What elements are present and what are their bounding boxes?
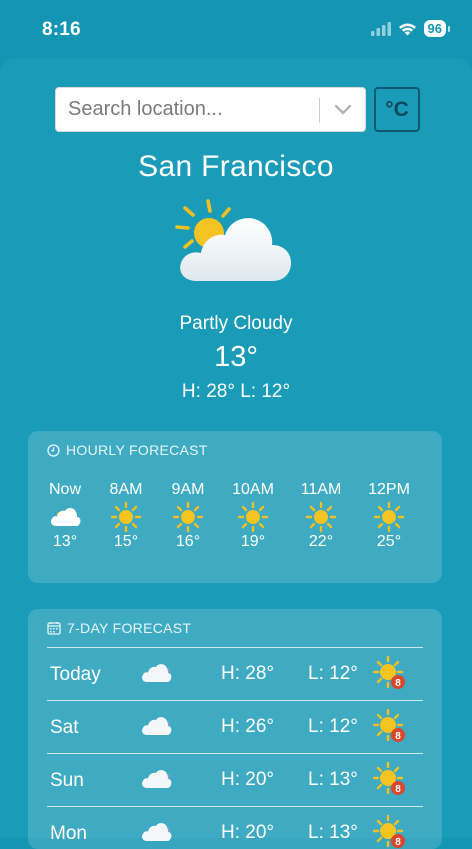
sun-icon [172,501,204,533]
sun-icon [305,501,337,533]
uv-index: 8 [395,678,401,689]
cloud-icon [142,664,172,682]
sun-icon [110,501,142,533]
condition-text: Partly Cloudy [179,313,293,334]
hourly-forecast-title: HOURLY FORECAST [47,442,208,458]
daily-row: Mon H: 20° L: 13° 8 [47,806,423,849]
city-name: San Francisco [138,150,334,183]
hourly-item: Now 13° [35,481,95,551]
chevron-down-icon[interactable] [334,102,352,116]
sun-uv-icon: 8 [372,655,405,689]
sun-icon [237,501,269,533]
hour-label: 12PM [368,481,410,498]
hour-temperature: 15° [113,533,139,550]
uv-index: 8 [395,731,401,742]
daily-forecast-title: 7-DAY FORECAST [47,620,191,636]
hour-label: 9AM [171,481,205,498]
cloud-icon [142,823,172,841]
sun-uv-icon: 8 [372,761,405,795]
status-bar: 8:16 96 [0,0,472,58]
uv-index: 8 [395,784,401,795]
day-high: H: 26° [221,716,275,737]
daily-title-text: 7-DAY FORECAST [67,620,192,636]
calendar-icon [47,622,61,635]
hourly-forecast-card: HOURLY FORECAST Now 13° 8AM 15° 9AM 16° … [28,431,442,583]
hour-temperature: 16° [175,533,201,550]
day-high: H: 20° [221,769,275,790]
search-row: °C [55,87,420,132]
hourly-item: 9AM 16° [158,481,218,551]
daily-forecast-card: 7-DAY FORECAST Today H: 28° L: 12° 8 Sat… [28,609,442,849]
day-name: Today [50,664,101,685]
day-low: L: 12° [308,663,358,684]
cloud-icon [51,508,81,526]
cloud-icon [142,770,172,788]
hour-label: 10AM [232,481,274,498]
hour-temperature: 13° [52,533,78,550]
hour-label: Now [48,481,81,498]
cloud-icon [142,717,172,735]
status-icons: 96 [370,20,450,37]
day-low: L: 13° [308,822,358,843]
clock-icon [47,443,60,457]
day-high: H: 28° [221,663,275,684]
battery-level: 96 [423,20,446,37]
day-name: Sun [50,770,84,791]
status-time: 8:16 [42,19,81,40]
hourly-item: 10AM 19° [223,481,283,551]
hourly-title-text: HOURLY FORECAST [66,442,208,458]
hourly-item: 11AM 22° [291,481,351,551]
day-high: H: 20° [221,822,275,843]
daily-row: Sun H: 20° L: 13° 8 [47,753,423,806]
hour-temperature: 22° [308,533,334,550]
cellular-signal-icon [370,21,391,36]
hour-temperature: 19° [240,533,266,550]
sun-uv-icon: 8 [372,708,405,742]
daily-row: Today H: 28° L: 12° 8 [47,647,423,700]
hour-label: 8AM [109,481,143,498]
partly-cloudy-icon [175,199,291,281]
battery-nub [448,25,450,32]
hourly-item: 12PM 25° [359,481,419,551]
sun-icon [373,501,405,533]
weather-app: °C San Francisco Partly Cloudy 13° H: 28… [0,58,472,849]
daily-row: Sat H: 26° L: 12° 8 [47,700,423,753]
sun-uv-icon: 8 [372,814,405,848]
high-low-temperature: H: 28° L: 12° [181,381,291,402]
wifi-icon [398,23,416,35]
day-low: L: 13° [308,769,358,790]
select-separator [319,98,320,123]
hourly-item: 8AM 15° [96,481,156,551]
hour-label: 11AM [300,481,342,498]
hour-temperature: 25° [376,533,402,550]
day-name: Sat [50,717,79,738]
temperature-unit-toggle[interactable]: °C [374,87,420,132]
day-name: Mon [50,823,87,844]
day-low: L: 12° [308,716,358,737]
current-temperature: 13° [214,341,258,373]
search-input[interactable] [56,98,306,121]
location-search-select[interactable] [55,87,366,132]
uv-index: 8 [395,837,401,848]
